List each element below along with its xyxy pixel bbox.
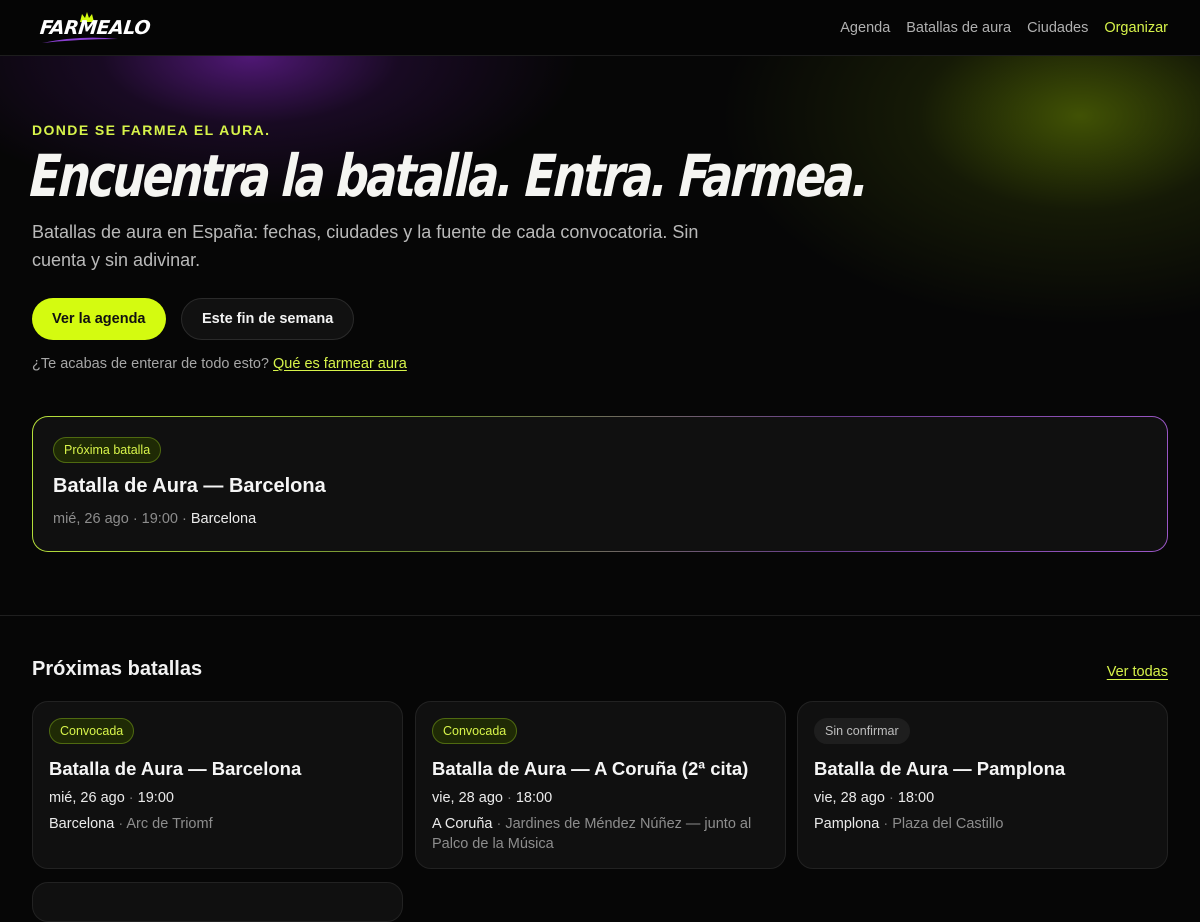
battle-venue: Arc de Triomf bbox=[126, 816, 213, 832]
featured-badge: Próxima batalla bbox=[53, 437, 162, 463]
top-nav: FARMEALO Agenda Batallas de aura Ciudade… bbox=[0, 0, 1200, 56]
battle-location: Pamplona · Plaza del Castillo bbox=[814, 814, 1144, 834]
meta-separator: · bbox=[124, 790, 138, 806]
status-badge: Convocada bbox=[432, 718, 518, 744]
battle-datetime: mié, 26 ago · 19:00 bbox=[49, 790, 174, 806]
battle-city: A Coruña bbox=[432, 816, 493, 832]
featured-date: mié, 26 ago bbox=[53, 511, 129, 527]
meta-separator: · bbox=[502, 790, 516, 806]
fin-de-semana-button[interactable]: Este fin de semana bbox=[181, 298, 355, 340]
meta-separator: · bbox=[132, 511, 142, 527]
nav-link-organizar[interactable]: Organizar bbox=[1104, 20, 1168, 36]
status-badge: Convocada bbox=[49, 718, 135, 744]
meta-separator: · bbox=[114, 816, 127, 832]
hero-eyebrow: DONDE SE FARMEA EL AURA. bbox=[32, 122, 271, 138]
battle-date: vie, 28 ago bbox=[814, 790, 885, 806]
battle-date: vie, 28 ago bbox=[432, 790, 503, 806]
battle-time: 18:00 bbox=[897, 790, 935, 806]
nav-link-agenda[interactable]: Agenda bbox=[840, 20, 890, 36]
battle-city: Barcelona bbox=[49, 816, 115, 832]
hint-text: ¿Te acabas de enterar de todo esto? bbox=[32, 356, 269, 372]
meta-separator: · bbox=[879, 816, 893, 832]
battle-location: Barcelona · Arc de Triomf bbox=[49, 814, 379, 834]
battle-time: 19:00 bbox=[137, 790, 174, 806]
featured-title: Batalla de Aura — Barcelona bbox=[53, 475, 326, 497]
hero-headline: Encuentra la batalla. Entra. Farmea. bbox=[28, 142, 869, 210]
battle-title: Batalla de Aura — A Coruña (2ª cita) bbox=[432, 758, 749, 779]
battle-card[interactable]: Sin confirmar Batalla de Aura — Pamplona… bbox=[797, 701, 1168, 869]
battle-card-partial[interactable] bbox=[32, 882, 403, 922]
meta-separator: · bbox=[884, 790, 898, 806]
featured-meta: mié, 26 ago · 19:00 · Barcelona bbox=[53, 511, 256, 527]
battle-card[interactable]: Convocada Batalla de Aura — Barcelona mi… bbox=[32, 701, 403, 869]
meta-separator: · bbox=[492, 816, 506, 832]
battle-datetime: vie, 28 ago · 18:00 bbox=[814, 790, 934, 806]
hero-section: DONDE SE FARMEA EL AURA. Encuentra la ba… bbox=[0, 56, 1200, 616]
featured-card-body: Próxima batalla Batalla de Aura — Barcel… bbox=[33, 417, 1167, 551]
hero-subtitle: Batallas de aura en España: fechas, ciud… bbox=[32, 222, 699, 270]
hero-hint: ¿Te acabas de enterar de todo esto? Qué … bbox=[32, 356, 407, 372]
battle-title: Batalla de Aura — Pamplona bbox=[814, 758, 1066, 779]
battle-time: 18:00 bbox=[515, 790, 553, 806]
meta-separator: · bbox=[182, 511, 191, 527]
battle-card[interactable]: Convocada Batalla de Aura — A Coruña (2ª… bbox=[415, 701, 786, 869]
featured-time: 19:00 bbox=[141, 511, 178, 527]
featured-city: Barcelona bbox=[190, 511, 257, 527]
ver-todas-link[interactable]: Ver todas bbox=[1107, 664, 1168, 680]
nav-link-ciudades[interactable]: Ciudades bbox=[1027, 20, 1088, 36]
battle-date: mié, 26 ago bbox=[49, 790, 125, 806]
status-badge: Sin confirmar bbox=[814, 718, 910, 744]
battle-location: A Coruña · Jardines de Méndez Núñez — ju… bbox=[432, 814, 762, 854]
featured-battle-card[interactable]: Próxima batalla Batalla de Aura — Barcel… bbox=[32, 416, 1168, 552]
logo-swoosh-icon bbox=[42, 37, 118, 43]
que-es-farmear-link[interactable]: Qué es farmear aura bbox=[273, 356, 407, 372]
section-title: Próximas batallas bbox=[32, 658, 203, 680]
battle-city: Pamplona bbox=[814, 816, 880, 832]
logo[interactable]: FARMEALO bbox=[39, 11, 151, 44]
main-nav: Agenda Batallas de aura Ciudades Organiz… bbox=[840, 20, 1168, 36]
battle-datetime: vie, 28 ago · 18:00 bbox=[432, 790, 552, 806]
battle-venue: Plaza del Castillo bbox=[892, 816, 1004, 832]
ver-agenda-button[interactable]: Ver la agenda bbox=[32, 298, 166, 340]
nav-link-batallas[interactable]: Batallas de aura bbox=[906, 20, 1011, 36]
battle-title: Batalla de Aura — Barcelona bbox=[49, 758, 302, 779]
